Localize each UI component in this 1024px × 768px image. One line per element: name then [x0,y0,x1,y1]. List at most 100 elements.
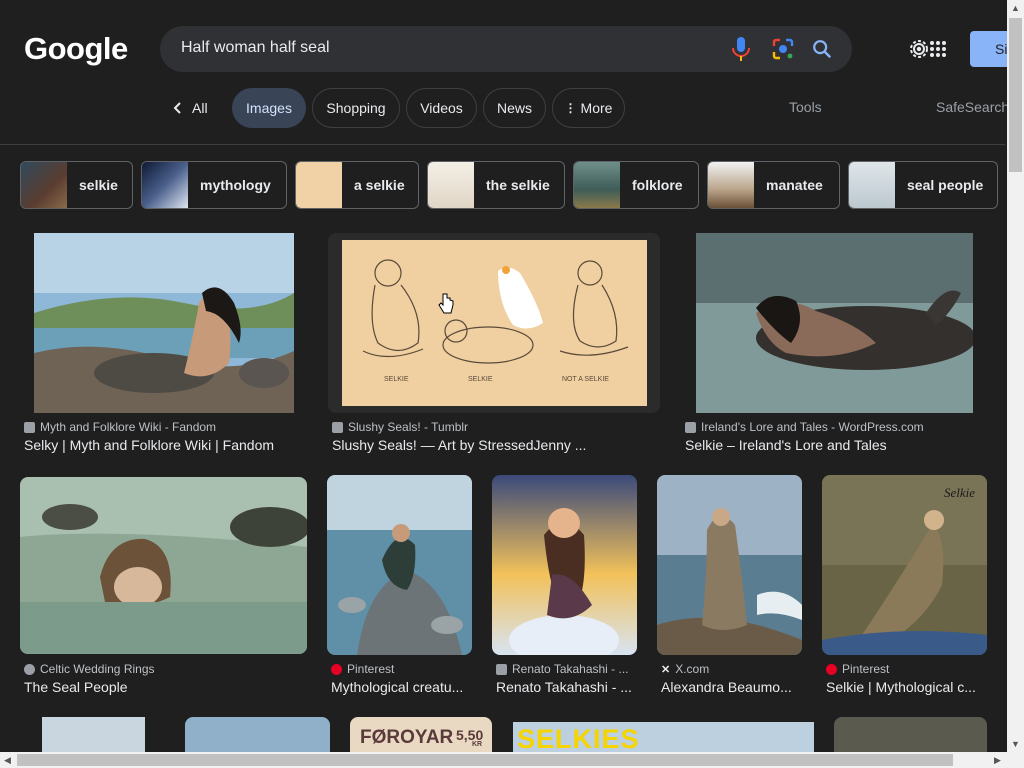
chip-label: manatee [766,177,823,193]
chip-selkie[interactable]: selkie [20,161,133,209]
mic-icon[interactable] [729,36,753,62]
image-result[interactable]: Selkie Pinterest Selkie | Mythological c… [822,475,987,699]
result-thumbnail[interactable]: SELKIE SELKIE NOT A SELKIE [328,233,660,413]
result-source[interactable]: Pinterest [826,662,889,676]
scroll-left-arrow-icon[interactable]: ◀ [4,755,11,766]
safesearch-button[interactable]: SafeSearch [936,99,1009,115]
search-box[interactable]: Half woman half seal [160,26,852,72]
scroll-right-arrow-icon[interactable]: ▶ [994,755,1001,766]
image-result[interactable]: FØROYAR 5,50 KR [350,717,492,752]
header-divider [0,144,1005,145]
result-source-label: Slushy Seals! - Tumblr [348,420,469,434]
result-source[interactable]: Ireland's Lore and Tales - WordPress.com [685,420,924,434]
image-result[interactable]: SELKIES [513,722,814,752]
vertical-scrollbar-thumb[interactable] [1009,18,1022,172]
result-title[interactable]: Renato Takahashi - ... [496,679,637,695]
image-result[interactable]: Ireland's Lore and Tales - WordPress.com… [681,233,987,458]
chip-thumbnail [21,162,67,208]
tab-news-label: News [496,100,532,116]
tab-more-label: More [580,100,613,116]
google-logo[interactable]: Google [24,31,128,67]
result-thumbnail[interactable]: Selkie [822,475,987,655]
tab-news[interactable]: News [483,88,546,128]
tools-button[interactable]: Tools [789,99,822,115]
image-result[interactable]: Renato Takahashi - ... Renato Takahashi … [492,475,637,699]
image-result[interactable] [185,717,330,752]
result-thumbnail[interactable] [492,475,637,655]
chip-label: folklore [632,177,683,193]
result-source-label: Pinterest [347,662,395,676]
chip-the-selkie[interactable]: the selkie [427,161,565,209]
chip-thumbnail [142,162,188,208]
result-title[interactable]: Mythological creatu... [331,679,472,695]
x-favicon-icon: ✕ [661,663,671,676]
result-source-label: Pinterest [842,662,890,676]
result-source-label: Ireland's Lore and Tales - WordPress.com [701,420,924,434]
fandom-favicon-icon [24,421,35,433]
image-result[interactable]: Celtic Wedding Rings The Seal People [20,477,308,699]
chip-mythology[interactable]: mythology [141,161,287,209]
chip-label: seal people [907,177,984,193]
image-result[interactable] [42,717,145,752]
chip-seal-people[interactable]: seal people [848,161,998,209]
result-source-label: Myth and Folklore Wiki - Fandom [40,420,217,434]
result-title[interactable]: Alexandra Beaumo... [661,679,802,695]
cursor-icon [438,293,454,314]
chip-thumbnail [708,162,754,208]
gear-icon[interactable] [907,37,931,61]
result-title[interactable]: The Seal People [24,679,304,695]
painting-signature: Selkie [944,485,975,500]
pinterest-favicon-icon [826,663,837,675]
tab-bar: Images Shopping Videos News ⋮ More [0,88,1005,128]
celtic-favicon-icon [24,663,35,675]
tab-images[interactable]: Images [232,88,306,128]
scroll-up-arrow-icon[interactable]: ▲ [1011,3,1020,13]
image-result[interactable]: Pinterest Mythological creatu... [327,475,472,699]
result-source[interactable]: Slushy Seals! - Tumblr [332,420,468,434]
pinterest-favicon-icon [331,663,342,675]
result-source[interactable]: Pinterest [331,662,394,676]
result-title[interactable]: Selky | Myth and Folklore Wiki | Fandom [24,437,310,453]
chip-label: a selkie [354,177,405,193]
search-results-page: Google Half woman half seal Si All Image… [0,0,1024,768]
result-source[interactable]: Myth and Folklore Wiki - Fandom [24,420,216,434]
result-title[interactable]: Selkie | Mythological c... [826,679,986,695]
result-source[interactable]: Celtic Wedding Rings [24,662,155,676]
lens-icon[interactable] [771,37,795,61]
chip-thumbnail [428,162,474,208]
chip-a-selkie[interactable]: a selkie [295,161,419,209]
result-thumbnail[interactable] [20,477,307,654]
result-source-label: Renato Takahashi - ... [512,662,629,676]
image-result[interactable]: SELKIE SELKIE NOT A SELKIE Slushy Seals!… [328,233,663,458]
image-result[interactable]: ✕ X.com Alexandra Beaumo... [657,475,802,699]
renato-favicon-icon [496,663,507,675]
result-source-label: X.com [675,662,710,676]
result-thumbnail[interactable] [657,475,802,655]
chip-label: selkie [79,177,118,193]
chip-label: mythology [200,177,271,193]
result-thumbnail[interactable] [696,233,973,413]
result-thumbnail[interactable] [327,475,472,655]
apps-grid-icon[interactable] [929,40,947,58]
result-source[interactable]: Renato Takahashi - ... [496,662,629,676]
tab-videos[interactable]: Videos [406,88,477,128]
image-result[interactable] [834,717,987,752]
tab-more[interactable]: ⋮ More [552,88,625,128]
tumblr-favicon-icon [332,421,343,433]
scroll-down-arrow-icon[interactable]: ▼ [1011,739,1020,749]
image-result[interactable]: Myth and Folklore Wiki - Fandom Selky | … [20,233,310,458]
search-input[interactable]: Half woman half seal [181,39,330,57]
chip-thumbnail [849,162,895,208]
result-title[interactable]: Slushy Seals! — Art by StressedJenny ... [332,437,632,453]
result-title[interactable]: Selkie – Ireland's Lore and Tales [685,437,985,453]
result-thumbnail[interactable] [34,233,294,413]
search-icon[interactable] [811,38,833,60]
chip-folklore[interactable]: folklore [573,161,699,209]
chip-label: the selkie [486,177,550,193]
horizontal-scrollbar-thumb[interactable] [17,754,953,766]
tab-shopping[interactable]: Shopping [312,88,400,128]
result-source[interactable]: ✕ X.com [661,662,709,676]
stamp-text: FØROYAR [360,727,454,748]
chip-thumbnail [296,162,342,208]
chip-manatee[interactable]: manatee [707,161,840,209]
